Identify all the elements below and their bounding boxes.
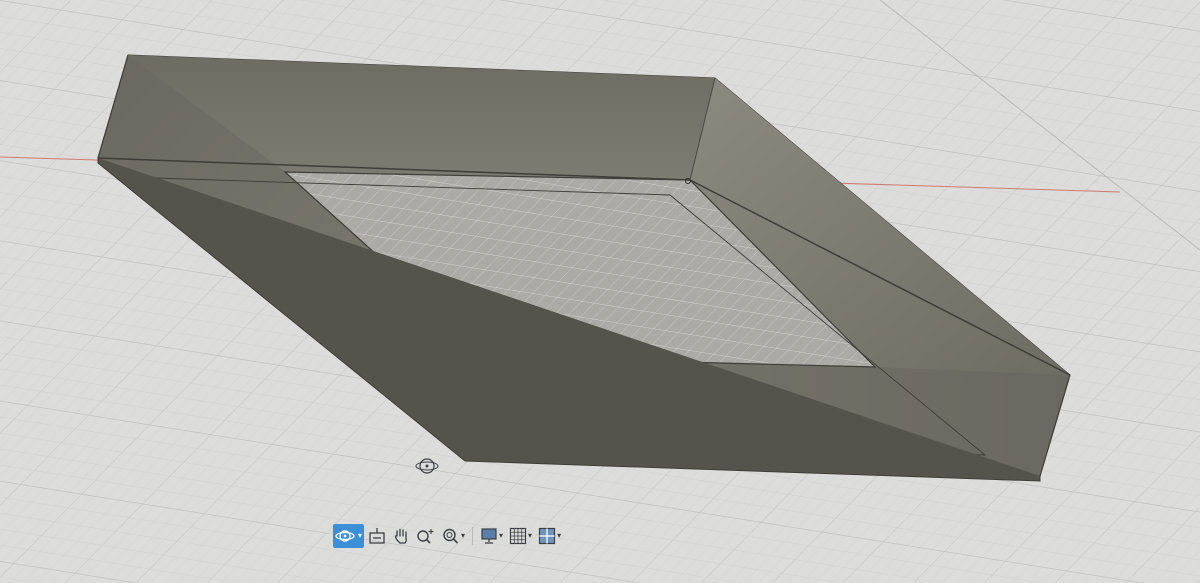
toolbar-separator (472, 527, 474, 545)
viewport-canvas[interactable] (0, 0, 1200, 583)
pan-button[interactable] (390, 524, 412, 548)
orbit-tool-button[interactable]: ▾ (333, 524, 365, 548)
chevron-down-icon[interactable]: ▾ (528, 532, 532, 540)
zoom-icon (417, 529, 434, 544)
pan-hand-icon (394, 528, 407, 544)
chevron-down-icon[interactable]: ▾ (358, 532, 362, 540)
chevron-down-icon[interactable]: ▾ (499, 532, 503, 540)
viewports-button[interactable]: ▾ (536, 524, 563, 548)
grid-settings-button[interactable]: ▾ (507, 524, 534, 548)
viewports-icon (538, 527, 556, 545)
fit-button[interactable]: ▾ (440, 524, 467, 548)
navigation-bar: ▾ ▾ ▾ ▾ ▾ (331, 523, 565, 549)
look-at-button[interactable] (366, 524, 388, 548)
display-settings-button[interactable]: ▾ (478, 524, 505, 548)
3d-viewport[interactable] (0, 0, 1200, 583)
chevron-down-icon[interactable]: ▾ (461, 532, 465, 540)
fit-zoom-icon (443, 528, 459, 544)
zoom-button[interactable] (414, 524, 438, 548)
grid-icon (509, 527, 527, 545)
orbit-icon (335, 530, 355, 542)
display-icon (481, 528, 497, 544)
look-at-icon (369, 528, 385, 544)
chevron-down-icon[interactable]: ▾ (557, 532, 561, 540)
